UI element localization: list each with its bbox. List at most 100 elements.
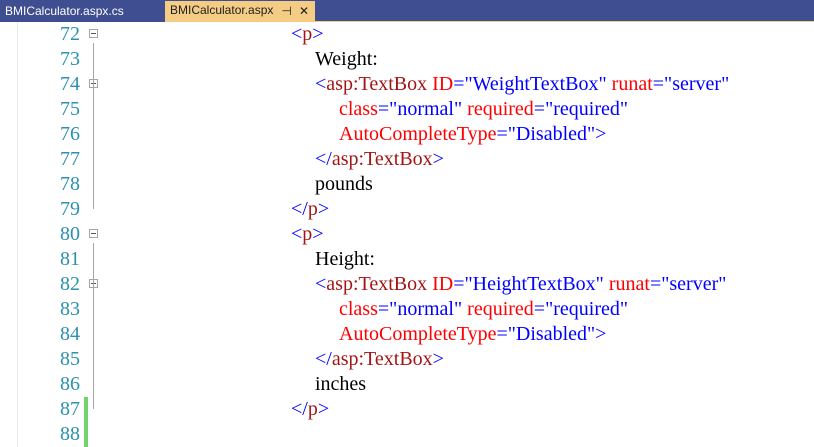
code-line[interactable]: 88 [0,422,814,447]
line-number: 73 [60,48,80,70]
code-line[interactable]: 83 class="normal" required="required" [0,297,814,322]
fold-guide [93,43,94,209]
tab-label: BMICalculator.aspx [170,3,274,17]
code-line[interactable]: 81 Height: [0,247,814,272]
code-line[interactable]: 73 Weight: [0,47,814,72]
code-line[interactable]: 84 AutoCompleteType="Disabled"> [0,322,814,347]
code-token-attr: ID [432,273,454,295]
code-token-punct: < [315,73,327,95]
close-icon[interactable]: ✕ [297,1,311,21]
code-text: <p> [291,222,324,247]
code-text: </p> [291,397,329,422]
change-marker [84,397,88,447]
line-number: 79 [60,198,80,220]
code-token-punct: = [533,98,546,120]
code-token-text: inches [315,373,367,395]
document-tab-bar: BMICalculator.aspx.cs BMICalculator.aspx… [0,0,814,22]
line-number: 78 [60,173,80,195]
code-token-punct: </ [315,348,332,370]
code-line[interactable]: 82 <asp:TextBox ID="HeightTextBox" runat=… [0,272,814,297]
code-line[interactable]: 80 <p> [0,222,814,247]
code-line[interactable]: 78 pounds [0,172,814,197]
line-number: 81 [60,248,80,270]
code-token-punct: = [533,298,546,320]
code-token-attr: runat [608,273,650,295]
code-line[interactable]: 86 inches [0,372,814,397]
collapse-icon[interactable] [89,29,98,38]
tab-label: BMICalculator.aspx.cs [5,4,124,18]
code-token-text: Height: [315,248,375,270]
code-token-punct: > [432,148,444,170]
code-line[interactable]: 76 AutoCompleteType="Disabled"> [0,122,814,147]
code-token-punct: </ [291,398,308,420]
code-text: AutoCompleteType="Disabled"> [339,122,606,147]
code-line[interactable]: 79 </p> [0,197,814,222]
code-text: </asp:TextBox> [315,147,444,172]
line-number: 75 [60,98,80,120]
code-token-punct: = [652,73,665,95]
pin-icon[interactable]: ⊣ [280,1,294,21]
line-number: 84 [60,323,80,345]
code-text: class="normal" required="required" [339,297,628,322]
code-token-val: "WeightTextBox" [464,73,607,95]
code-token-val: "required" [545,298,629,320]
code-token-punct: </ [315,148,332,170]
code-line[interactable]: 72 <p> [0,22,814,47]
code-text: <p> [291,22,324,47]
code-token-punct: = [453,273,465,295]
code-token-tag: asp:TextBox [326,73,428,95]
code-token-val: "server" [661,273,727,295]
code-text: pounds [315,172,373,197]
code-line[interactable]: 74 <asp:TextBox ID="WeightTextBox" runat=… [0,72,814,97]
code-token-attr: required [467,98,534,120]
line-number: 80 [60,223,80,245]
code-token-tag: p [302,23,313,45]
code-token-punct: </ [291,198,308,220]
code-token-val: "normal" [389,98,463,120]
code-token-val: "normal" [389,298,463,320]
code-token-punct: > [432,348,444,370]
code-token-punct: > [317,398,330,420]
line-number: 88 [60,423,80,445]
tab-bmicalculator-aspx[interactable]: BMICalculator.aspx ⊣ ✕ [165,1,315,22]
code-token-punct: < [315,273,327,295]
code-token-punct: > [317,198,330,220]
code-token-val: "HeightTextBox" [464,273,604,295]
code-token-attr: runat [611,73,653,95]
code-line[interactable]: 87 </p> [0,397,814,422]
code-token-punct: = [377,98,390,120]
line-number: 85 [60,348,80,370]
code-token-val: "Disabled" [507,323,596,345]
code-line[interactable]: 77 </asp:TextBox> [0,147,814,172]
code-text: AutoCompleteType="Disabled"> [339,322,606,347]
code-token-attr: required [467,298,534,320]
code-token-punct: > [595,123,607,145]
collapse-icon[interactable] [89,229,98,238]
line-number: 83 [60,298,80,320]
code-editor[interactable]: 72 <p> 73 Weight: 74 <asp:TextBox ID="WeightT… [0,22,814,447]
line-number: 77 [60,148,80,170]
line-number: 72 [60,23,80,45]
code-text: </p> [291,197,329,222]
code-token-punct: = [649,273,662,295]
code-token-tag: asp:TextBox [331,148,433,170]
code-token-tag: p [307,198,318,220]
code-token-punct: = [496,323,508,345]
code-token-punct: = [496,123,508,145]
code-token-val: "server" [664,73,730,95]
tab-bmicalculator-aspx-cs[interactable]: BMICalculator.aspx.cs [0,2,165,22]
code-token-text: pounds [315,173,373,195]
code-token-punct: < [291,23,303,45]
code-token-tag: asp:TextBox [326,273,428,295]
code-token-punct: = [377,298,390,320]
code-line[interactable]: 85 </asp:TextBox> [0,347,814,372]
code-token-attr: class [339,98,378,120]
code-token-attr: ID [432,73,454,95]
code-token-attr: AutoCompleteType [339,323,497,345]
code-line[interactable]: 75 class="normal" required="required" [0,97,814,122]
code-token-val: "Disabled" [507,123,596,145]
line-number: 76 [60,123,80,145]
code-token-tag: asp:TextBox [331,348,433,370]
code-text: Height: [315,247,375,272]
line-number: 87 [60,398,80,420]
